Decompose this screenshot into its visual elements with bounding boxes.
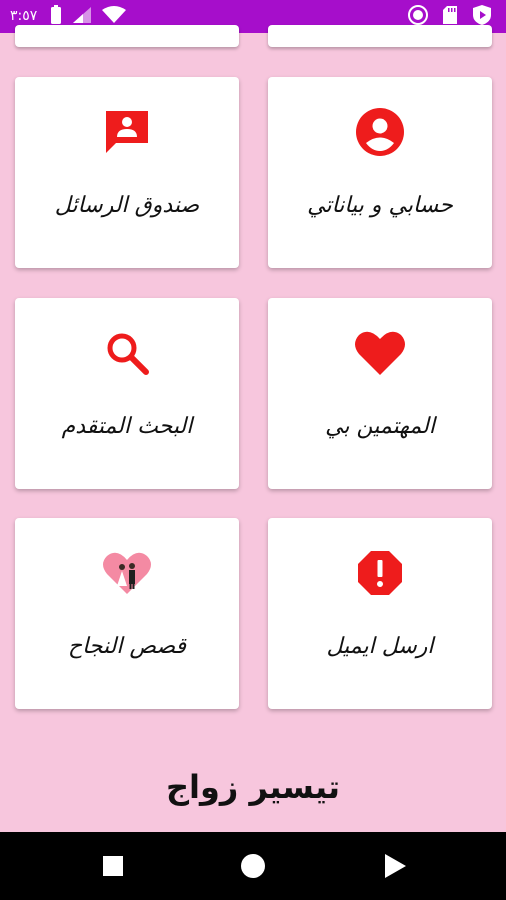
home-button[interactable] [239, 852, 267, 880]
back-button[interactable] [381, 852, 409, 880]
card-inbox[interactable]: صندوق الرسائل [15, 77, 239, 268]
card-my-account[interactable]: حسابي و بياناتي [268, 77, 492, 268]
card-label: ارسل ايميل [326, 634, 434, 659]
card-success-stories[interactable]: قصص النجاح [15, 518, 239, 709]
navigation-bar [0, 832, 506, 900]
card-label: المهتمين بي [325, 414, 435, 439]
wedding-couple-heart-icon [15, 548, 239, 598]
card-label: حسابي و بياناتي [307, 193, 453, 218]
heart-icon [268, 328, 492, 378]
card-send-email[interactable]: ارسل ايميل [268, 518, 492, 709]
partial-card[interactable] [268, 25, 492, 47]
card-label: صندوق الرسائل [54, 193, 200, 218]
card-interested-in-me[interactable]: المهتمين بي [268, 298, 492, 489]
partial-card-row [0, 25, 506, 48]
account-circle-icon [268, 107, 492, 157]
card-advanced-search[interactable]: البحث المتقدم [15, 298, 239, 489]
status-time: ٣:٥٧ [10, 8, 38, 24]
recents-button[interactable] [99, 852, 127, 880]
card-label: البحث المتقدم [61, 414, 193, 439]
report-octagon-icon [268, 548, 492, 598]
card-label: قصص النجاح [67, 634, 187, 659]
app-title: تيسير زواج [165, 768, 341, 806]
message-contact-icon [15, 107, 239, 157]
partial-card[interactable] [15, 25, 239, 47]
search-icon [15, 328, 239, 378]
